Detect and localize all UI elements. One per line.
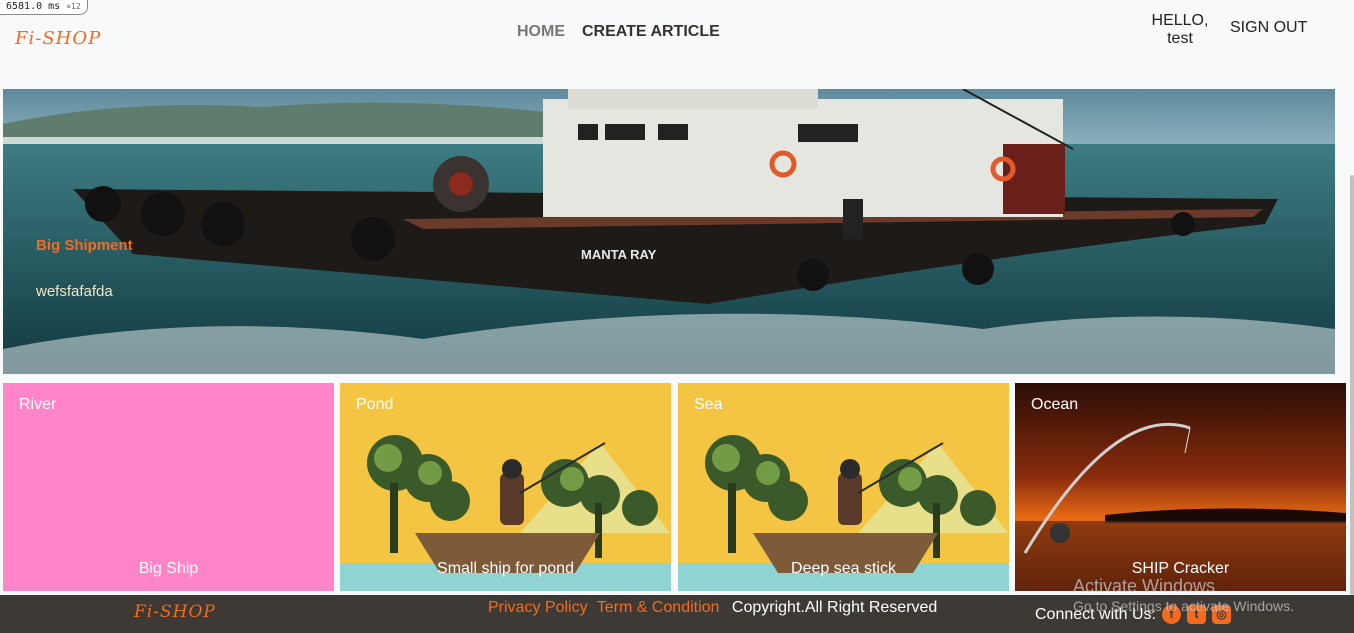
- scrollbar[interactable]: [1350, 175, 1354, 595]
- card-title: River: [19, 396, 57, 413]
- ship-name-label: MANTA RAY: [581, 247, 657, 262]
- card-caption: Big Ship: [138, 560, 199, 577]
- greeting-text: HELLO,: [1151, 12, 1209, 29]
- privacy-policy-link[interactable]: Privacy Policy: [488, 599, 588, 616]
- card-caption: Small ship for pond: [437, 560, 574, 577]
- footer-links: Privacy Policy Term & Condition Copyrigh…: [488, 599, 937, 617]
- hero-banner: MANTA RAY Big Shipment wefsfafafda: [3, 89, 1335, 374]
- activate-windows-watermark: Activate Windows Go to Settings to activ…: [1073, 577, 1294, 615]
- fps-counter: 6581.0 ms ×12: [0, 0, 88, 15]
- terms-link[interactable]: Term & Condition: [597, 599, 720, 616]
- tugboat-painting: MANTA RAY: [3, 89, 1335, 374]
- hero-title[interactable]: Big Shipment: [36, 237, 133, 254]
- nav-create-article-link[interactable]: CREATE ARTICLE: [582, 23, 720, 41]
- site-logo[interactable]: Fi-SHOP: [15, 28, 101, 49]
- user-greeting: HELLO, test: [1150, 12, 1210, 48]
- card-title: Ocean: [1031, 396, 1079, 413]
- card-title: Sea: [694, 396, 723, 413]
- card-caption: Deep sea stick: [791, 560, 896, 577]
- footer-logo[interactable]: Fi-SHOP: [134, 602, 216, 622]
- watermark-title: Activate Windows: [1073, 576, 1216, 596]
- card-title: Pond: [356, 396, 394, 413]
- category-card-pond[interactable]: Pond Small ship for pond: [340, 383, 671, 591]
- main-nav: HOME CREATE ARTICLE: [517, 23, 720, 41]
- watermark-subtitle: Go to Settings to activate Windows.: [1073, 598, 1294, 614]
- nav-home-link[interactable]: HOME: [517, 23, 565, 41]
- category-card-sea[interactable]: Sea Deep sea stick: [678, 383, 1009, 591]
- copyright-text: Copyright.All Right Reserved: [731, 599, 938, 616]
- username-text: test: [1167, 30, 1193, 47]
- category-card-river[interactable]: River Big Ship: [3, 383, 334, 591]
- hero-subtitle: wefsfafafda: [36, 283, 113, 300]
- sign-out-link[interactable]: SIGN OUT: [1230, 19, 1307, 37]
- category-card-ocean[interactable]: Ocean SHIP Cracker: [1015, 383, 1346, 591]
